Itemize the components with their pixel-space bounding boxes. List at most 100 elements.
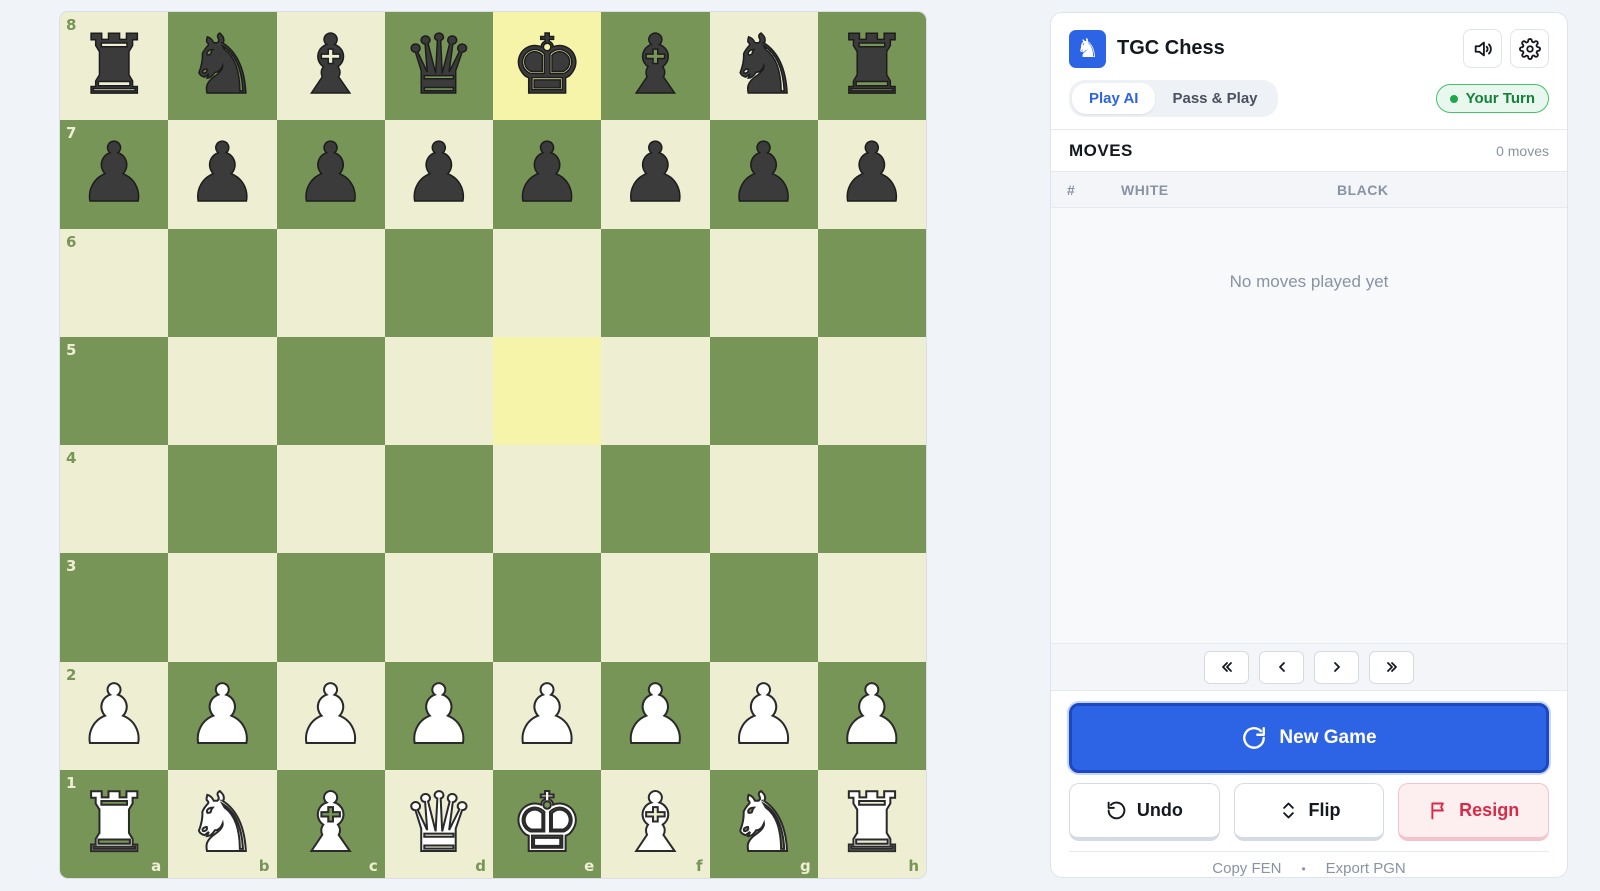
square-f1[interactable]: f ♝ xyxy=(601,769,710,878)
square-h5[interactable] xyxy=(817,336,926,445)
black-pawn-icon[interactable]: ♟ xyxy=(510,132,585,216)
square-g5[interactable] xyxy=(709,336,818,445)
square-b6[interactable] xyxy=(168,228,277,337)
white-pawn-icon[interactable]: ♟ xyxy=(726,673,802,757)
white-queen-icon[interactable]: ♛ xyxy=(401,781,477,865)
square-b3[interactable] xyxy=(168,553,277,662)
square-b1[interactable]: b ♞ xyxy=(168,769,277,878)
black-rook-icon[interactable]: ♜ xyxy=(834,24,909,108)
white-king-icon[interactable]: ♚ xyxy=(509,781,585,865)
square-g6[interactable] xyxy=(709,228,818,337)
square-a1[interactable]: 1 a ♜ xyxy=(60,769,169,878)
square-e6[interactable] xyxy=(493,228,602,337)
white-bishop-icon[interactable]: ♝ xyxy=(618,781,694,865)
square-b4[interactable] xyxy=(168,445,277,554)
square-d6[interactable] xyxy=(384,228,493,337)
square-g7[interactable]: ♟ xyxy=(709,120,818,229)
black-rook-icon[interactable]: ♜ xyxy=(77,24,152,108)
square-d5[interactable] xyxy=(384,336,493,445)
black-pawn-icon[interactable]: ♟ xyxy=(726,132,801,216)
square-g4[interactable] xyxy=(709,445,818,554)
square-a3[interactable]: 3 xyxy=(60,553,169,662)
square-f4[interactable] xyxy=(601,445,710,554)
square-g2[interactable]: ♟ xyxy=(709,661,818,770)
square-f7[interactable]: ♟ xyxy=(601,120,710,229)
square-e3[interactable] xyxy=(493,553,602,662)
square-f5[interactable] xyxy=(601,336,710,445)
square-a5[interactable]: 5 xyxy=(60,336,169,445)
resign-button[interactable]: Resign xyxy=(1398,783,1550,841)
square-h2[interactable]: ♟ xyxy=(817,661,926,770)
white-rook-icon[interactable]: ♜ xyxy=(834,781,910,865)
square-d2[interactable]: ♟ xyxy=(384,661,493,770)
square-f2[interactable]: ♟ xyxy=(601,661,710,770)
black-pawn-icon[interactable]: ♟ xyxy=(185,132,260,216)
square-b8[interactable]: ♞ xyxy=(168,12,277,121)
white-pawn-icon[interactable]: ♟ xyxy=(185,673,261,757)
square-c4[interactable] xyxy=(276,445,385,554)
square-c8[interactable]: ♝ xyxy=(276,12,385,121)
square-c2[interactable]: ♟ xyxy=(276,661,385,770)
square-e2[interactable]: ♟ xyxy=(493,661,602,770)
square-h1[interactable]: h ♜ xyxy=(817,769,926,878)
export-pgn-link[interactable]: Export PGN xyxy=(1326,860,1406,877)
white-pawn-icon[interactable]: ♟ xyxy=(834,673,910,757)
black-king-icon[interactable]: ♚ xyxy=(510,24,585,108)
black-pawn-icon[interactable]: ♟ xyxy=(618,132,693,216)
white-pawn-icon[interactable]: ♟ xyxy=(293,673,369,757)
square-d3[interactable] xyxy=(384,553,493,662)
white-knight-icon[interactable]: ♞ xyxy=(726,781,802,865)
square-d1[interactable]: d ♛ xyxy=(384,769,493,878)
white-bishop-icon[interactable]: ♝ xyxy=(293,781,369,865)
square-h7[interactable]: ♟ xyxy=(817,120,926,229)
last-move-button[interactable] xyxy=(1369,650,1414,684)
square-g1[interactable]: g ♞ xyxy=(709,769,818,878)
square-c3[interactable] xyxy=(276,553,385,662)
black-knight-icon[interactable]: ♞ xyxy=(185,24,260,108)
square-b7[interactable]: ♟ xyxy=(168,120,277,229)
white-knight-icon[interactable]: ♞ xyxy=(185,781,261,865)
square-g8[interactable]: ♞ xyxy=(709,12,818,121)
square-f6[interactable] xyxy=(601,228,710,337)
square-d7[interactable]: ♟ xyxy=(384,120,493,229)
square-b5[interactable] xyxy=(168,336,277,445)
square-a8[interactable]: 8 ♜ xyxy=(60,12,169,121)
new-game-button[interactable]: New Game xyxy=(1069,703,1549,773)
square-h8[interactable]: ♜ xyxy=(817,12,926,121)
white-pawn-icon[interactable]: ♟ xyxy=(401,673,477,757)
prev-move-button[interactable] xyxy=(1259,650,1304,684)
square-e5[interactable] xyxy=(493,336,602,445)
play-ai-tab[interactable]: Play AI xyxy=(1072,83,1156,114)
black-pawn-icon[interactable]: ♟ xyxy=(77,132,152,216)
square-h3[interactable] xyxy=(817,553,926,662)
white-pawn-icon[interactable]: ♟ xyxy=(76,673,152,757)
settings-button[interactable] xyxy=(1510,29,1549,68)
black-bishop-icon[interactable]: ♝ xyxy=(618,24,693,108)
black-pawn-icon[interactable]: ♟ xyxy=(834,132,909,216)
square-d4[interactable] xyxy=(384,445,493,554)
white-pawn-icon[interactable]: ♟ xyxy=(509,673,585,757)
first-move-button[interactable] xyxy=(1204,650,1249,684)
square-f8[interactable]: ♝ xyxy=(601,12,710,121)
square-e7[interactable]: ♟ xyxy=(493,120,602,229)
black-knight-icon[interactable]: ♞ xyxy=(726,24,801,108)
square-h6[interactable] xyxy=(817,228,926,337)
square-a4[interactable]: 4 xyxy=(60,445,169,554)
square-e8[interactable]: ♚ xyxy=(493,12,602,121)
copy-fen-link[interactable]: Copy FEN xyxy=(1212,860,1281,877)
next-move-button[interactable] xyxy=(1314,650,1359,684)
pass-play-tab[interactable]: Pass & Play xyxy=(1155,83,1274,114)
square-f3[interactable] xyxy=(601,553,710,662)
square-c7[interactable]: ♟ xyxy=(276,120,385,229)
square-c5[interactable] xyxy=(276,336,385,445)
white-rook-icon[interactable]: ♜ xyxy=(76,781,152,865)
square-d8[interactable]: ♛ xyxy=(384,12,493,121)
square-a7[interactable]: 7 ♟ xyxy=(60,120,169,229)
square-a2[interactable]: 2 ♟ xyxy=(60,661,169,770)
black-bishop-icon[interactable]: ♝ xyxy=(293,24,368,108)
white-pawn-icon[interactable]: ♟ xyxy=(618,673,694,757)
black-pawn-icon[interactable]: ♟ xyxy=(293,132,368,216)
undo-button[interactable]: Undo xyxy=(1069,783,1220,841)
square-a6[interactable]: 6 xyxy=(60,228,169,337)
square-g3[interactable] xyxy=(709,553,818,662)
